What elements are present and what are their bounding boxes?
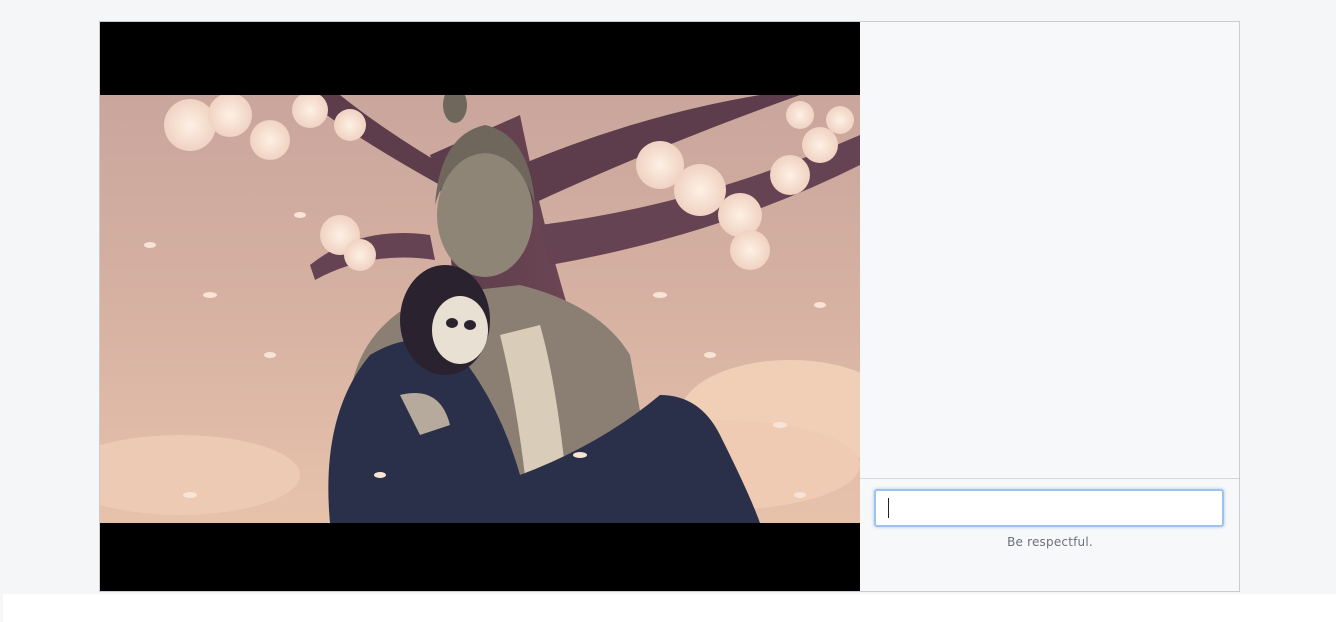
page-bottom-strip <box>3 594 1336 622</box>
player-frame: Be respectful. <box>99 21 1240 592</box>
page: Be respectful. <box>0 0 1336 622</box>
video-illustration <box>100 95 860 523</box>
chat-input-wrapper <box>874 489 1226 529</box>
chat-input[interactable] <box>874 489 1224 527</box>
video-player[interactable] <box>100 22 860 591</box>
chat-guideline-note: Be respectful. <box>1007 535 1093 549</box>
chat-messages-area[interactable] <box>860 22 1239 479</box>
text-caret <box>888 498 889 518</box>
video-frame[interactable] <box>100 95 860 523</box>
chat-panel: Be respectful. <box>860 22 1239 591</box>
